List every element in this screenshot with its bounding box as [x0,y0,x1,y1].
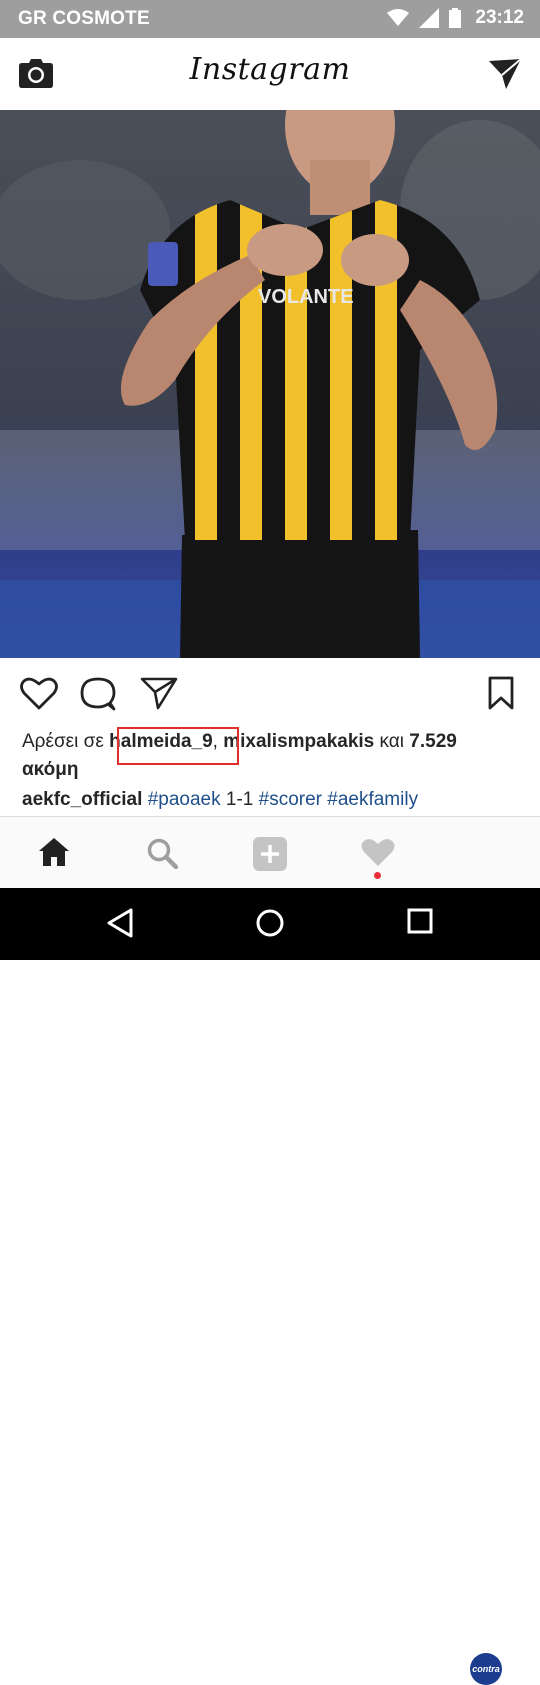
search-icon[interactable] [146,837,178,869]
liker-username-2[interactable]: mixalismpakakis [223,731,374,752]
status-icons: 23:12 [387,7,524,29]
signal-icon [419,8,440,28]
share-icon[interactable] [140,676,178,710]
post-photo[interactable]: VOLANTE [0,110,540,658]
status-bar: GR COSMOTE 23:12 [0,0,540,38]
home-circle-icon[interactable] [255,908,285,938]
caption-username[interactable]: aekfc_official [22,789,142,810]
post-caption: aekfc_official #paoaek 1-1 #scorer #aekf… [22,786,418,814]
battery-icon [449,8,462,28]
likes-prefix: Αρέσει σε [22,731,104,752]
recents-icon[interactable] [407,908,433,934]
comment-icon[interactable] [80,676,116,712]
like-icon[interactable] [20,676,58,710]
app-header: Instagram [0,38,540,111]
clock: 23:12 [475,7,524,28]
likes-count[interactable]: 7.529 [409,731,457,752]
back-icon[interactable] [106,908,134,938]
post-actions [0,658,540,726]
app-logo: Instagram [189,52,351,87]
hashtag-paoaek[interactable]: #paoaek [148,789,221,810]
jersey-sponsor-text: VOLANTE [258,286,354,308]
save-icon[interactable] [488,676,514,710]
direct-send-icon[interactable] [488,58,522,90]
bottom-nav: contra [0,816,540,1685]
home-icon[interactable] [38,837,70,867]
carrier-name: GR COSMOTE [18,8,150,29]
caption-score: 1-1 [225,789,254,810]
notification-dot [374,872,381,879]
highlight-box [117,727,239,765]
hashtag-scorer[interactable]: #scorer [259,789,322,810]
likes-text: Αρέσει σε halmeida_9, mixalismpakakis κα… [22,728,522,784]
add-post-icon[interactable] [252,837,288,871]
profile-avatar[interactable]: contra [470,1653,502,1685]
android-nav-bar [0,888,540,960]
likes-conjunction: και [379,731,405,752]
wifi-icon [387,9,410,26]
player-photo: VOLANTE [0,110,540,658]
hashtag-aekfamily[interactable]: #aekfamily [327,789,418,810]
likes-suffix[interactable]: ακόμη [22,759,78,780]
activity-heart-icon[interactable] [361,837,395,867]
